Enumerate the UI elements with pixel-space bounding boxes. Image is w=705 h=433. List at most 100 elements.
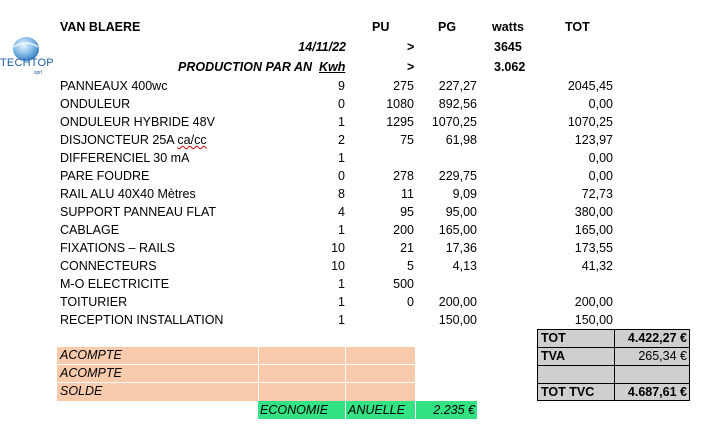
item-tot: 380,00 bbox=[574, 205, 613, 219]
production-value: 3.062 bbox=[494, 60, 526, 74]
item-qty: 10 bbox=[331, 259, 345, 273]
item-label: ONDULEUR bbox=[60, 97, 131, 111]
item-row: M-O ELECTRICITE 1 500 bbox=[0, 275, 705, 293]
item-label: SUPPORT PANNEAU FLAT bbox=[60, 205, 217, 219]
payment-label: SOLDE bbox=[60, 384, 103, 398]
date-row: 14/11/22 > 3645 bbox=[0, 38, 705, 56]
item-qty: 1 bbox=[338, 115, 345, 129]
tva-value: 265,34 € bbox=[638, 349, 687, 363]
item-qty: 4 bbox=[338, 205, 345, 219]
tva-label: TVA bbox=[541, 349, 566, 363]
item-pu: 275 bbox=[393, 79, 414, 93]
item-qty: 2 bbox=[338, 133, 345, 147]
item-pg: 1070,25 bbox=[431, 115, 477, 129]
total-tvc-label: TOT TVC bbox=[541, 385, 595, 399]
item-pg: 229,75 bbox=[438, 169, 477, 183]
item-qty: 1 bbox=[338, 313, 345, 327]
item-row: PARE FOUDRE 0 278 229,75 0,00 bbox=[0, 167, 705, 185]
item-label: PANNEAUX 400wc bbox=[60, 79, 168, 93]
item-qty: 9 bbox=[338, 79, 345, 93]
item-tot: 0,00 bbox=[588, 151, 613, 165]
item-pg: 17,36 bbox=[445, 241, 477, 255]
economie-label-2: ANUELLE bbox=[348, 403, 405, 417]
item-label: CONNECTEURS bbox=[60, 259, 157, 273]
item-pu: 0 bbox=[407, 295, 414, 309]
item-qty: 1 bbox=[338, 151, 345, 165]
item-pu: 95 bbox=[400, 205, 414, 219]
item-label: ONDULEUR HYBRIDE 48V bbox=[60, 115, 215, 129]
item-pu: 200 bbox=[393, 223, 414, 237]
arrow-indicator: > bbox=[407, 60, 415, 74]
item-row: ONDULEUR 0 1080 892,56 0,00 bbox=[0, 95, 705, 113]
item-row: CABLAGE 1 200 165,00 165,00 bbox=[0, 221, 705, 239]
item-pu: 11 bbox=[401, 187, 414, 201]
item-tot: 150,00 bbox=[574, 313, 613, 327]
item-qty: 1 bbox=[338, 223, 345, 237]
item-row: RECEPTION INSTALLATION 1 150,00 150,00 bbox=[0, 311, 705, 329]
economie-label: ECONOMIE bbox=[260, 403, 329, 417]
item-pg: 95,00 bbox=[445, 205, 477, 219]
item-qty: 0 bbox=[338, 97, 345, 111]
cell-divider bbox=[345, 347, 346, 401]
item-label: RECEPTION INSTALLATION bbox=[60, 313, 224, 327]
item-row: CONNECTEURS 10 5 4,13 41,32 bbox=[0, 257, 705, 275]
cell-divider bbox=[57, 382, 415, 383]
item-qty: 10 bbox=[331, 241, 345, 255]
total-tvc-value: 4.687,61 € bbox=[627, 385, 687, 399]
item-qty: 0 bbox=[338, 169, 345, 183]
item-pu: 21 bbox=[400, 241, 414, 255]
item-tot: 200,00 bbox=[574, 295, 613, 309]
item-pg: 4,13 bbox=[452, 259, 477, 273]
item-tot: 1070,25 bbox=[567, 115, 613, 129]
item-tot: 0,00 bbox=[588, 169, 613, 183]
item-label: TOITURIER bbox=[60, 295, 128, 309]
production-row: PRODUCTION PAR AN Kwh > 3.062 bbox=[0, 58, 705, 76]
economie-value: 2.235 € bbox=[433, 403, 475, 417]
totals-row-divider bbox=[537, 365, 690, 366]
item-pg: 200,00 bbox=[438, 295, 477, 309]
payment-label: ACOMPTE bbox=[60, 348, 122, 362]
cell-divider bbox=[415, 401, 416, 419]
item-row: DIFFERENCIEL 30 mA 1 0,00 bbox=[0, 149, 705, 167]
payment-label: ACOMPTE bbox=[60, 366, 122, 380]
watts-value: 3645 bbox=[494, 40, 522, 54]
item-qty: 1 bbox=[338, 295, 345, 309]
item-pu: 1295 bbox=[386, 115, 414, 129]
item-tot: 72,73 bbox=[581, 187, 613, 201]
item-tot: 123,97 bbox=[574, 133, 613, 147]
col-header-tot: TOT bbox=[565, 20, 590, 34]
item-pg: 61,98 bbox=[445, 133, 477, 147]
item-pu: 5 bbox=[407, 259, 414, 273]
cell-divider bbox=[345, 401, 346, 419]
item-label: RAIL ALU 40X40 Mètres bbox=[60, 187, 196, 201]
item-row: FIXATIONS – RAILS 10 21 17,36 173,55 bbox=[0, 239, 705, 257]
item-pg: 165,00 bbox=[438, 223, 477, 237]
item-pg: 9,09 bbox=[452, 187, 477, 201]
cell-divider bbox=[258, 347, 259, 401]
item-label: DIFFERENCIEL 30 mA bbox=[60, 151, 190, 165]
total-label: TOT bbox=[541, 331, 566, 345]
item-pu: 1080 bbox=[386, 97, 414, 111]
date-value: 14/11/22 bbox=[298, 40, 346, 54]
item-pu: 500 bbox=[393, 277, 414, 291]
arrow-indicator: > bbox=[407, 40, 415, 54]
item-pu: 75 bbox=[400, 133, 414, 147]
item-row: PANNEAUX 400wc 9 275 227,27 2045,45 bbox=[0, 77, 705, 95]
item-row: RAIL ALU 40X40 Mètres 8 11 9,09 72,73 bbox=[0, 185, 705, 203]
total-value: 4.422,27 € bbox=[627, 331, 687, 345]
item-label: DISJONCTEUR 25A ca/cc bbox=[60, 133, 207, 147]
item-label: CABLAGE bbox=[60, 223, 120, 237]
item-pu: 278 bbox=[393, 169, 414, 183]
item-tot: 165,00 bbox=[574, 223, 613, 237]
item-qty: 1 bbox=[338, 277, 345, 291]
item-row: DISJONCTEUR 25A ca/cc 2 75 61,98 123,97 bbox=[0, 131, 705, 149]
item-tot: 41,32 bbox=[581, 259, 613, 273]
item-pg: 892,56 bbox=[438, 97, 477, 111]
client-name: VAN BLAERE bbox=[60, 20, 141, 34]
header-row: VAN BLAERE PU PG watts TOT bbox=[0, 18, 705, 36]
item-tot: 0,00 bbox=[588, 97, 613, 111]
item-label: M-O ELECTRICITE bbox=[60, 277, 170, 291]
col-header-watts: watts bbox=[492, 20, 524, 34]
item-row: ONDULEUR HYBRIDE 48V 1 1295 1070,25 1070,25 bbox=[0, 113, 705, 131]
col-header-pu: PU bbox=[372, 20, 390, 34]
